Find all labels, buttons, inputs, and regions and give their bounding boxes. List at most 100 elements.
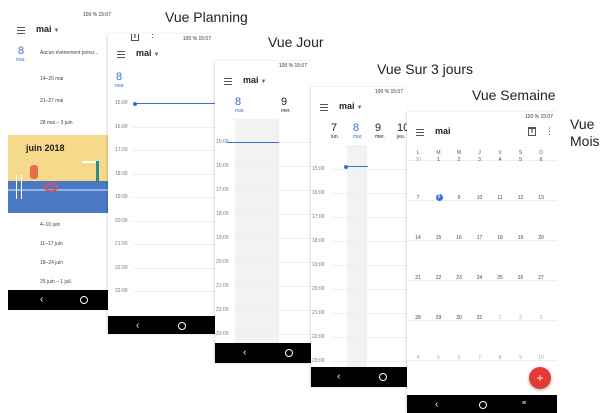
nav-bar: ‹ bbox=[311, 367, 407, 387]
hour-gridline bbox=[331, 289, 407, 290]
hour-label: 21:00 bbox=[312, 310, 325, 316]
month-day-cell[interactable]: 15 bbox=[430, 235, 448, 241]
weekday-header: D bbox=[539, 150, 543, 156]
week-range-item[interactable]: 14–20 mai bbox=[40, 76, 63, 82]
month-day-cell[interactable]: 9 bbox=[450, 195, 468, 201]
month-selector[interactable]: mai bbox=[435, 126, 451, 136]
month-day-cell[interactable]: 13 bbox=[532, 195, 550, 201]
month-day-cell[interactable]: 5 bbox=[430, 355, 448, 361]
current-time-line bbox=[346, 166, 368, 167]
menu-icon[interactable] bbox=[224, 78, 232, 79]
month-day-cell[interactable]: 20 bbox=[532, 235, 550, 241]
home-icon[interactable] bbox=[178, 322, 186, 330]
month-day-cell[interactable]: 12 bbox=[512, 195, 530, 201]
month-day-cell[interactable]: 2 bbox=[450, 157, 468, 163]
month-day-cell[interactable]: 6 bbox=[450, 355, 468, 361]
status-bar: 100 % 15:07 bbox=[82, 12, 111, 18]
back-icon[interactable]: ‹ bbox=[40, 294, 43, 305]
menu-icon[interactable] bbox=[117, 51, 125, 52]
week-range-item[interactable]: 25 juin – 1 juil. bbox=[40, 279, 72, 285]
more-options-icon[interactable]: ⋮ bbox=[148, 34, 157, 40]
banner-ladder bbox=[16, 175, 22, 199]
recent-apps-icon[interactable]: ≡ bbox=[522, 400, 526, 407]
hour-label: 16:00 bbox=[216, 163, 229, 169]
back-icon[interactable]: ‹ bbox=[337, 371, 340, 382]
month-day-cell[interactable]: 19 bbox=[512, 235, 530, 241]
month-day-cell[interactable]: 10 bbox=[532, 355, 550, 361]
hour-gridline bbox=[133, 244, 215, 245]
hour-label: 21:00 bbox=[115, 241, 128, 247]
month-day-cell[interactable]: 5 bbox=[512, 157, 530, 163]
hour-gridline bbox=[235, 310, 311, 311]
month-day-cell[interactable]: 1 bbox=[430, 157, 448, 163]
back-icon[interactable]: ‹ bbox=[243, 347, 246, 358]
menu-icon[interactable] bbox=[320, 104, 328, 105]
month-day-cell[interactable]: 21 bbox=[409, 275, 427, 281]
month-day-cell[interactable]: 18 bbox=[491, 235, 509, 241]
month-day-cell[interactable]: 4 bbox=[409, 355, 427, 361]
hour-label: 19:00 bbox=[312, 262, 325, 268]
mois-screen: 100 % 15:07 mai 8 ⋮ L M M J V S D 30 1 2 3 4 5 6 7 8 9 10… bbox=[407, 112, 557, 413]
week-range-item[interactable]: 18–24 juin bbox=[40, 260, 63, 266]
home-icon[interactable] bbox=[80, 296, 88, 304]
month-day-cell[interactable]: 22 bbox=[430, 275, 448, 281]
month-day-cell[interactable]: 1 bbox=[491, 315, 509, 321]
month-day-cell[interactable]: 7 bbox=[471, 355, 489, 361]
week-range-item[interactable]: 11–17 juin bbox=[40, 241, 63, 247]
month-selector[interactable]: mai ▼ bbox=[136, 48, 159, 58]
home-icon[interactable] bbox=[479, 401, 487, 409]
home-icon[interactable] bbox=[379, 373, 387, 381]
add-event-button[interactable]: + bbox=[529, 367, 551, 389]
app-bar: mai ▼ bbox=[215, 71, 311, 93]
month-day-cell[interactable]: 3 bbox=[532, 315, 550, 321]
month-day-cell[interactable]: 29 bbox=[430, 315, 448, 321]
month-day-cell[interactable]: 24 bbox=[471, 275, 489, 281]
app-bar: mai ▼ bbox=[8, 20, 115, 42]
no-event-text[interactable]: Aucun événement prévu... bbox=[40, 50, 98, 56]
day-number: 8 bbox=[353, 122, 360, 134]
month-day-cell[interactable]: 28 bbox=[409, 315, 427, 321]
hour-gridline bbox=[133, 197, 215, 198]
home-icon[interactable] bbox=[285, 349, 293, 357]
month-day-cell[interactable]: 31 bbox=[471, 315, 489, 321]
month-day-cell[interactable]: 30 bbox=[409, 157, 427, 163]
month-day-cell[interactable]: 8 bbox=[491, 355, 509, 361]
month-day-cell[interactable]: 30 bbox=[450, 315, 468, 321]
back-icon[interactable]: ‹ bbox=[435, 399, 438, 410]
month-day-cell[interactable]: 17 bbox=[471, 235, 489, 241]
banner-water bbox=[8, 181, 115, 213]
status-bar: 100 % 15:07 bbox=[182, 36, 211, 42]
calendar-today-icon[interactable]: 8 bbox=[131, 34, 139, 41]
month-day-cell[interactable]: 25 bbox=[491, 275, 509, 281]
menu-icon[interactable] bbox=[17, 27, 25, 28]
month-selector[interactable]: mai ▼ bbox=[339, 101, 362, 111]
month-day-cell[interactable]: 26 bbox=[512, 275, 530, 281]
back-icon[interactable]: ‹ bbox=[136, 320, 139, 331]
month-day-cell[interactable]: 9 bbox=[512, 355, 530, 361]
month-selector[interactable]: mai ▼ bbox=[36, 24, 59, 34]
hour-label: 22:00 bbox=[115, 264, 128, 271]
month-selector[interactable]: mai ▼ bbox=[243, 75, 266, 85]
month-day-cell[interactable]: 11 bbox=[491, 195, 509, 201]
menu-icon[interactable] bbox=[416, 129, 424, 130]
status-bar: 100 % 15:07 bbox=[374, 89, 403, 95]
month-day-cell[interactable]: 23 bbox=[450, 275, 468, 281]
month-day-cell[interactable]: 3 bbox=[471, 157, 489, 163]
month-day-cell[interactable]: 16 bbox=[450, 235, 468, 241]
hour-gridline bbox=[235, 286, 311, 287]
month-day-cell[interactable]: 10 bbox=[471, 195, 489, 201]
week-range-item[interactable]: 28 mai – 3 juin bbox=[40, 120, 73, 126]
month-day-cell[interactable]: 4 bbox=[491, 157, 509, 163]
banner-title: juin 2018 bbox=[26, 143, 65, 153]
month-day-cell[interactable]: 27 bbox=[532, 275, 550, 281]
today-marker[interactable]: 8 bbox=[435, 194, 443, 201]
month-day-cell[interactable]: 2 bbox=[512, 315, 530, 321]
week-range-item[interactable]: 4–10 juin bbox=[40, 222, 60, 228]
weekday-header: M bbox=[456, 150, 462, 156]
week-range-item[interactable]: 21–27 mai bbox=[40, 98, 63, 104]
month-day-cell[interactable]: 6 bbox=[532, 157, 550, 163]
month-day-cell[interactable]: 7 bbox=[409, 195, 427, 201]
calendar-today-icon[interactable]: 8 bbox=[528, 127, 536, 136]
more-options-icon[interactable]: ⋮ bbox=[545, 126, 554, 137]
month-day-cell[interactable]: 14 bbox=[409, 235, 427, 241]
